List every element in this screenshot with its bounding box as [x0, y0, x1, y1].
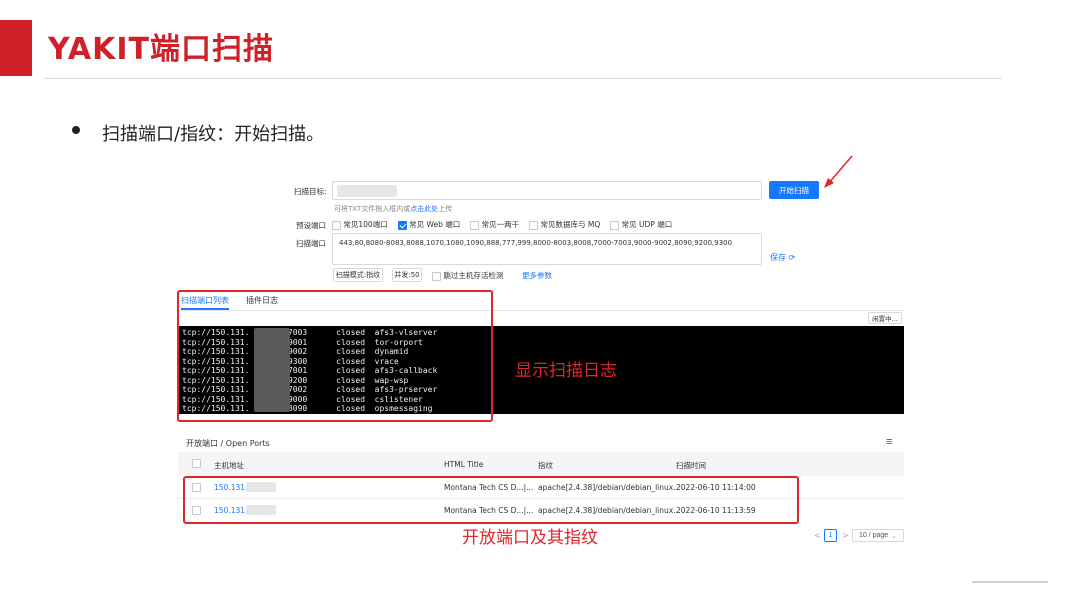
ports-annotation: 开放端口及其指纹 — [462, 528, 598, 548]
header-divider — [44, 78, 1002, 79]
refresh-icon[interactable]: ⟳ — [789, 253, 796, 262]
column-scan-time: 扫描时间 — [676, 461, 706, 470]
preset-db-mq[interactable]: 常见数据库与 MQ — [529, 219, 600, 230]
save-label: 保存 — [770, 253, 786, 262]
checkbox-skip-alive[interactable] — [432, 271, 441, 281]
idle-status-button[interactable]: 闲置中... — [868, 312, 902, 324]
column-host: 主机地址 — [214, 461, 244, 470]
column-fingerprint: 指纹 — [538, 461, 553, 470]
checkbox-db-mq[interactable] — [529, 220, 539, 230]
log-highlight-box — [177, 290, 493, 422]
chevron-down-icon: ⌄ — [891, 532, 898, 540]
checkbox-web[interactable] — [397, 220, 407, 230]
checkbox-top100[interactable] — [332, 220, 341, 230]
preset-top1000[interactable]: 常见一两千 — [470, 219, 519, 230]
open-ports-title: 开放端口 / Open Ports — [186, 439, 270, 448]
concurrency-button[interactable]: 并发:50 — [392, 268, 422, 282]
log-annotation: 显示扫描日志 — [515, 361, 617, 381]
save-link[interactable]: 保存 ⟳ — [770, 252, 795, 263]
bullet-text: 扫描端口/指纹：开始扫描。 — [102, 124, 325, 145]
arrow-icon — [824, 155, 853, 188]
scan-ports-input[interactable]: 443,80,8080-8083,8088,1070,1080,1090,888… — [332, 233, 762, 265]
ports-highlight-box — [183, 476, 799, 524]
scan-mode-button[interactable]: 扫描模式:指纹 — [333, 268, 383, 282]
table-header: 主机地址 HTML Title 指纹 扫描时间 — [178, 452, 904, 476]
title-accent-bar — [0, 20, 32, 76]
scan-target-label: 扫描目标: — [294, 187, 327, 196]
preset-udp-label: 常见 UDP 端口 — [621, 220, 673, 229]
upload-hint: 可将TXT文件拖入框内或点击此处上传 — [334, 204, 452, 214]
pagination-page-1[interactable]: 1 — [824, 529, 837, 542]
page-size-select[interactable]: 10 / page ⌄ — [852, 529, 904, 542]
checkbox-top1000[interactable] — [470, 220, 480, 230]
scan-target-input[interactable] — [332, 181, 762, 200]
upload-link[interactable]: 点击此处 — [410, 205, 438, 213]
preset-udp[interactable]: 常见 UDP 端口 — [610, 219, 672, 230]
pagination-prev[interactable]: < — [814, 531, 821, 540]
preset-port-group: 常见100端口 常见 Web 端口 常见一两千 常见数据库与 MQ 常见 UDP… — [332, 219, 672, 230]
page-size-value: 10 / page — [858, 532, 889, 539]
scan-ports-value: 443,80,8080-8083,8088,1070,1080,1090,888… — [339, 239, 733, 247]
upload-hint-prefix: 可将TXT文件拖入框内或 — [334, 205, 411, 213]
preset-top100[interactable]: 常见100端口 — [332, 219, 388, 230]
skip-alive-check[interactable]: 跳过主机存活检测 — [432, 270, 503, 281]
upload-hint-suffix: 上传 — [438, 205, 453, 213]
footer-line — [972, 581, 1048, 583]
preset-top100-label: 常见100端口 — [343, 220, 388, 229]
start-scan-button[interactable]: 开始扫描 — [769, 181, 819, 199]
scan-ports-label: 扫描端口 — [296, 239, 326, 248]
preset-top1000-label: 常见一两千 — [481, 220, 520, 229]
redacted-target — [337, 185, 397, 197]
skip-alive-label: 跳过主机存活检测 — [443, 271, 504, 280]
preset-web-label: 常见 Web 端口 — [409, 220, 461, 229]
preset-ports-label: 预设端口 — [296, 221, 326, 230]
slide-title: YAKIT端口扫描 — [48, 32, 274, 67]
column-html-title: HTML Title — [444, 460, 484, 469]
preset-web[interactable]: 常见 Web 端口 — [397, 219, 461, 230]
select-all-checkbox[interactable] — [192, 459, 201, 468]
pagination-next[interactable]: > — [842, 531, 849, 540]
checkbox-udp[interactable] — [610, 220, 620, 230]
menu-icon[interactable]: ≡ — [886, 436, 892, 448]
more-params-link[interactable]: 更多参数 — [522, 270, 552, 281]
preset-db-mq-label: 常见数据库与 MQ — [540, 220, 601, 229]
bullet-dot — [72, 126, 80, 134]
